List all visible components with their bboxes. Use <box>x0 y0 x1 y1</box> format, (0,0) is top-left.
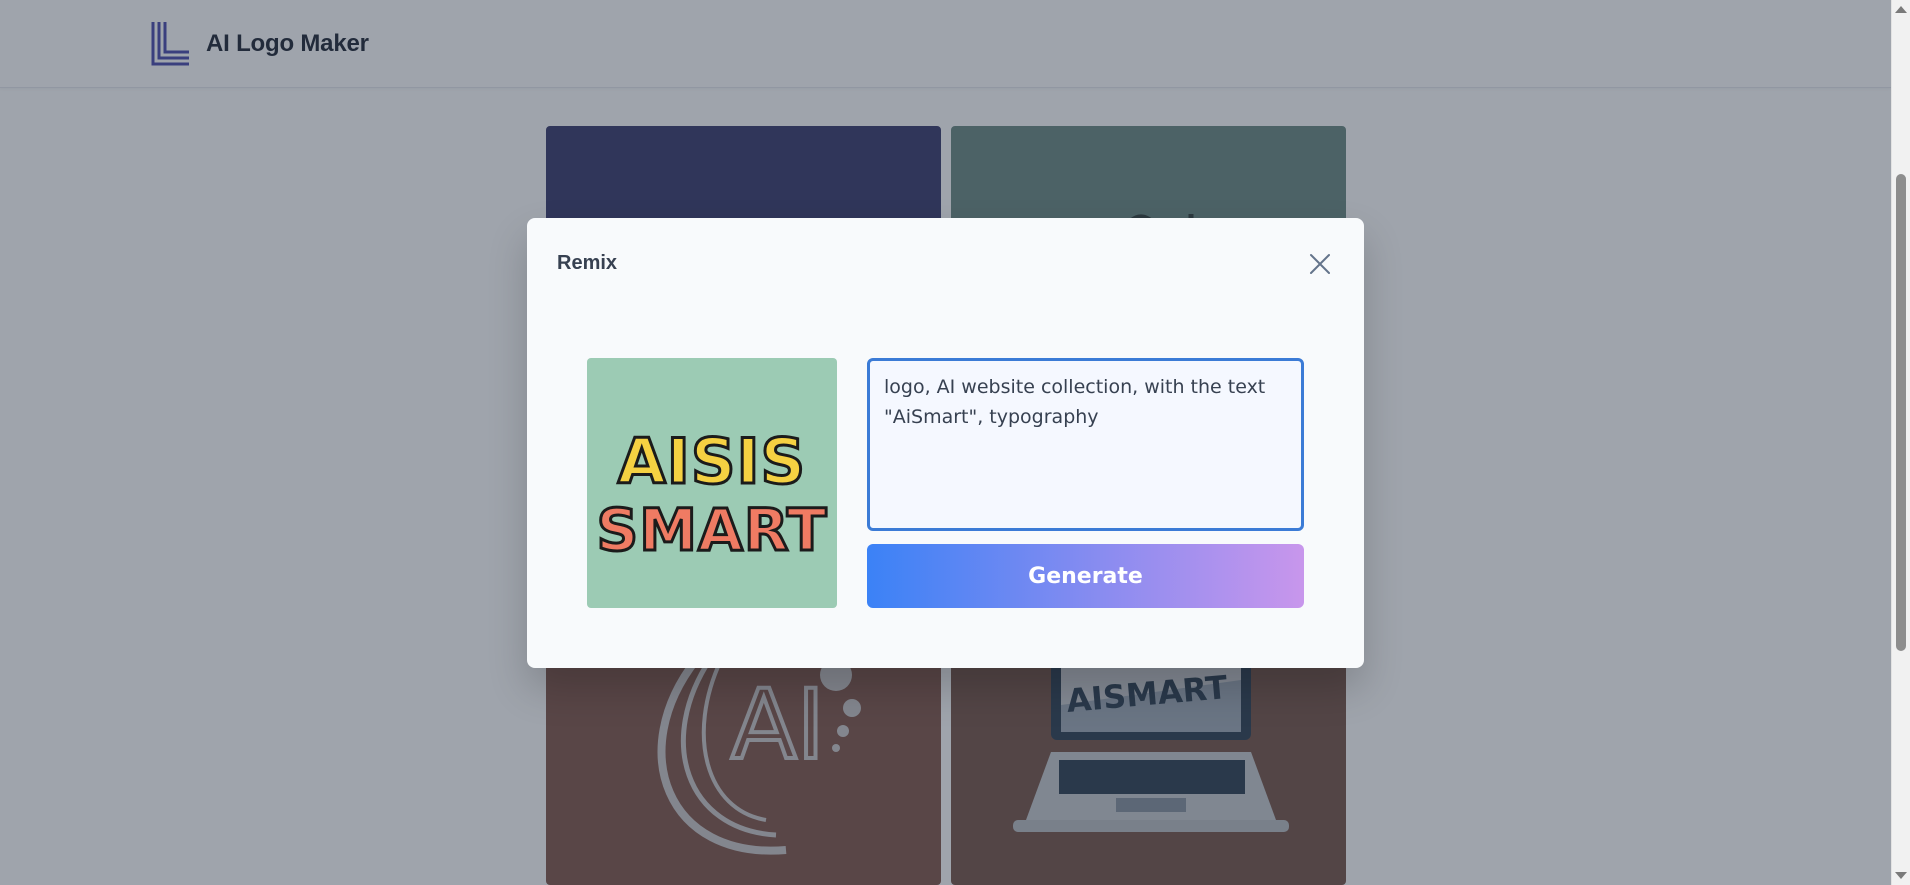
scroll-up-icon[interactable] <box>1895 6 1907 13</box>
prompt-input[interactable]: logo, AI website collection, with the te… <box>867 358 1304 531</box>
scroll-thumb[interactable] <box>1896 174 1906 651</box>
page-scrollbar[interactable] <box>1891 0 1910 885</box>
preview-text-line2: SMART <box>597 496 828 564</box>
close-button[interactable] <box>1306 250 1334 278</box>
modal-title: Remix <box>557 252 618 274</box>
generate-button[interactable]: Generate <box>867 544 1304 608</box>
close-icon <box>1310 254 1330 274</box>
remix-modal: Remix AISIS SMART logo, AI website colle… <box>527 218 1364 668</box>
preview-text-line1: AISIS <box>618 425 806 498</box>
scroll-down-icon[interactable] <box>1895 872 1907 879</box>
preview-image: AISIS SMART <box>587 358 837 608</box>
